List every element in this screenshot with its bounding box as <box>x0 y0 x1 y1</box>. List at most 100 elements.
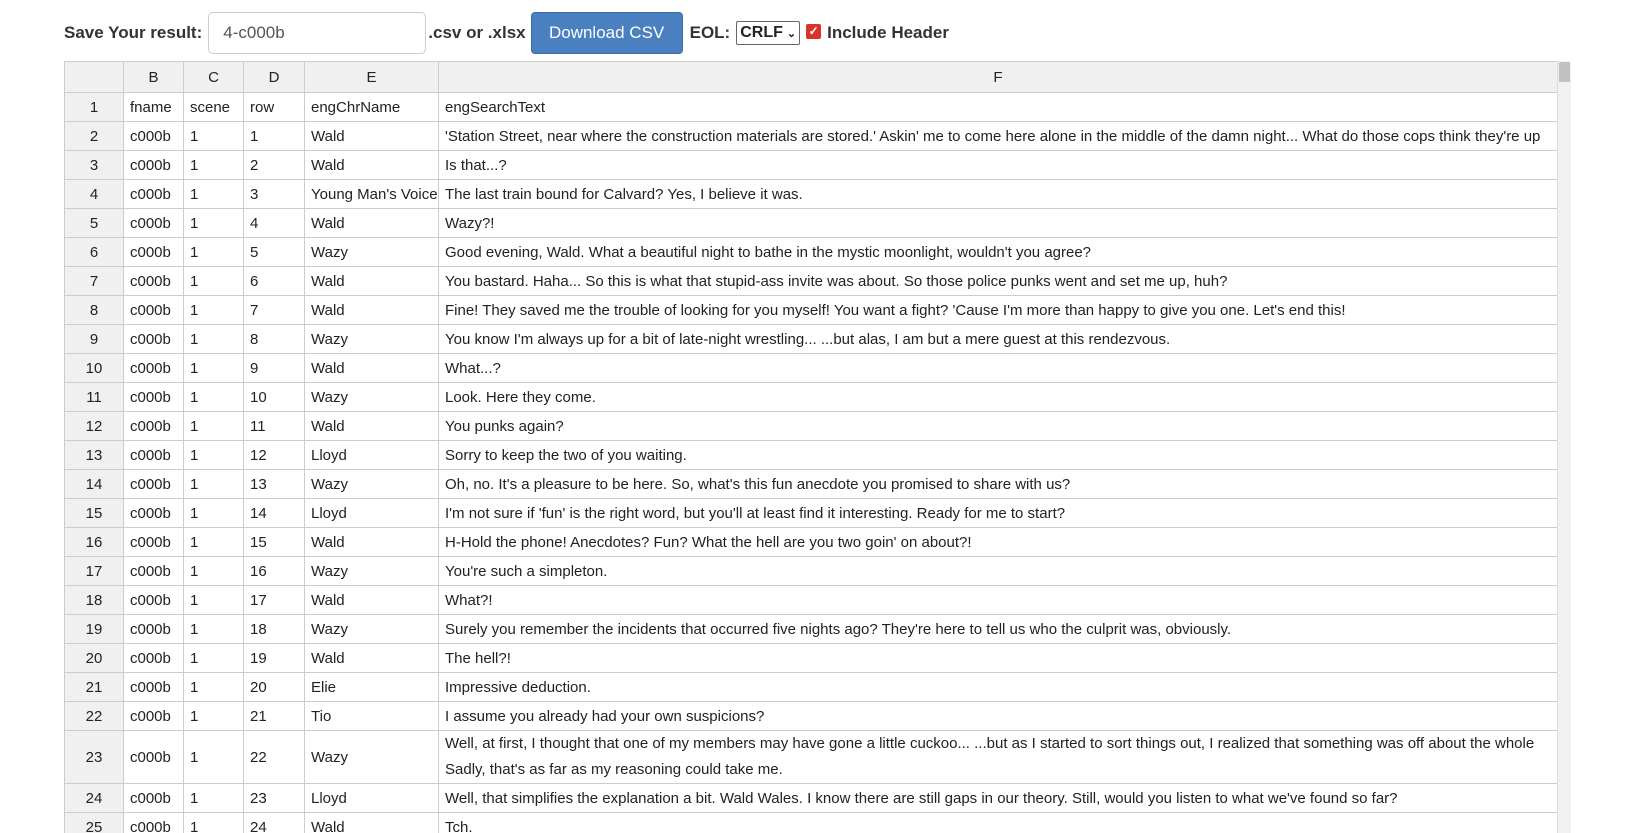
search-text-cell[interactable]: The hell?! <box>438 643 1558 673</box>
scene-cell[interactable]: 1 <box>183 585 244 615</box>
row-cell[interactable]: 15 <box>243 527 305 557</box>
scene-cell[interactable]: 1 <box>183 295 244 325</box>
fname-cell[interactable]: c000b <box>123 701 184 731</box>
fname-cell[interactable]: c000b <box>123 498 184 528</box>
row-cell[interactable]: 7 <box>243 295 305 325</box>
chr-name-cell[interactable]: Wazy <box>304 237 439 267</box>
row-cell[interactable]: 23 <box>243 783 305 813</box>
scene-cell[interactable]: 1 <box>183 812 244 833</box>
fname-cell[interactable]: c000b <box>123 411 184 441</box>
fname-cell[interactable]: c000b <box>123 585 184 615</box>
chr-name-cell[interactable]: Lloyd <box>304 783 439 813</box>
scene-cell[interactable]: 1 <box>183 556 244 586</box>
chr-name-cell[interactable]: Wald <box>304 121 439 151</box>
chr-name-cell[interactable]: engChrName <box>304 92 439 122</box>
search-text-cell[interactable]: Well, that simplifies the explanation a … <box>438 783 1558 813</box>
row-cell[interactable]: row <box>243 92 305 122</box>
fname-cell[interactable]: c000b <box>123 469 184 499</box>
row-cell[interactable]: 19 <box>243 643 305 673</box>
search-text-cell[interactable]: Oh, no. It's a pleasure to be here. So, … <box>438 469 1558 499</box>
scene-cell[interactable]: 1 <box>183 121 244 151</box>
chr-name-cell[interactable]: Tio <box>304 701 439 731</box>
chr-name-cell[interactable]: Lloyd <box>304 440 439 470</box>
fname-cell[interactable]: c000b <box>123 208 184 238</box>
scene-cell[interactable]: scene <box>183 92 244 122</box>
scene-cell[interactable]: 1 <box>183 208 244 238</box>
scene-cell[interactable]: 1 <box>183 411 244 441</box>
row-cell[interactable]: 3 <box>243 179 305 209</box>
scrollbar-thumb[interactable] <box>1559 62 1570 82</box>
chr-name-cell[interactable]: Wald <box>304 353 439 383</box>
column-header-d[interactable]: D <box>243 61 305 93</box>
scene-cell[interactable]: 1 <box>183 701 244 731</box>
search-text-cell[interactable]: engSearchText <box>438 92 1558 122</box>
fname-cell[interactable]: c000b <box>123 266 184 296</box>
search-text-cell[interactable]: Impressive deduction. <box>438 672 1558 702</box>
search-text-cell[interactable]: H-Hold the phone! Anecdotes? Fun? What t… <box>438 527 1558 557</box>
column-header-e[interactable]: E <box>304 61 439 93</box>
search-text-cell[interactable]: Fine! They saved me the trouble of looki… <box>438 295 1558 325</box>
fname-cell[interactable]: c000b <box>123 556 184 586</box>
chr-name-cell[interactable]: Wald <box>304 208 439 238</box>
chr-name-cell[interactable]: Elie <box>304 672 439 702</box>
scene-cell[interactable]: 1 <box>183 783 244 813</box>
row-cell[interactable]: 1 <box>243 121 305 151</box>
scene-cell[interactable]: 1 <box>183 353 244 383</box>
scene-cell[interactable]: 1 <box>183 672 244 702</box>
chr-name-cell[interactable]: Wazy <box>304 324 439 354</box>
row-cell[interactable]: 24 <box>243 812 305 833</box>
scene-cell[interactable]: 1 <box>183 614 244 644</box>
chr-name-cell[interactable]: Wazy <box>304 469 439 499</box>
scene-cell[interactable]: 1 <box>183 179 244 209</box>
row-cell[interactable]: 18 <box>243 614 305 644</box>
search-text-cell[interactable]: Is that...? <box>438 150 1558 180</box>
chr-name-cell[interactable]: Wald <box>304 527 439 557</box>
fname-cell[interactable]: c000b <box>123 295 184 325</box>
download-csv-button[interactable]: Download CSV <box>530 12 683 54</box>
chr-name-cell[interactable]: Wald <box>304 585 439 615</box>
include-header-checkbox[interactable]: ✓ <box>806 23 822 39</box>
search-text-cell[interactable]: You bastard. Haha... So this is what tha… <box>438 266 1558 296</box>
row-cell[interactable]: 20 <box>243 672 305 702</box>
fname-cell[interactable]: c000b <box>123 730 184 784</box>
row-cell[interactable]: 22 <box>243 730 305 784</box>
fname-cell[interactable]: c000b <box>123 179 184 209</box>
scene-cell[interactable]: 1 <box>183 498 244 528</box>
chr-name-cell[interactable]: Lloyd <box>304 498 439 528</box>
scene-cell[interactable]: 1 <box>183 324 244 354</box>
chr-name-cell[interactable]: Wald <box>304 812 439 833</box>
search-text-cell[interactable]: Tch. <box>438 812 1558 833</box>
search-text-cell[interactable]: What?! <box>438 585 1558 615</box>
chr-name-cell[interactable]: Wazy <box>304 614 439 644</box>
scene-cell[interactable]: 1 <box>183 527 244 557</box>
scene-cell[interactable]: 1 <box>183 266 244 296</box>
fname-cell[interactable]: c000b <box>123 237 184 267</box>
search-text-cell[interactable]: Sorry to keep the two of you waiting. <box>438 440 1558 470</box>
fname-cell[interactable]: c000b <box>123 324 184 354</box>
search-text-cell[interactable]: Surely you remember the incidents that o… <box>438 614 1558 644</box>
row-cell[interactable]: 2 <box>243 150 305 180</box>
row-cell[interactable]: 4 <box>243 208 305 238</box>
fname-cell[interactable]: c000b <box>123 527 184 557</box>
chr-name-cell[interactable]: Wazy <box>304 382 439 412</box>
fname-cell[interactable]: c000b <box>123 121 184 151</box>
search-text-cell[interactable]: You know I'm always up for a bit of late… <box>438 324 1558 354</box>
fname-cell[interactable]: c000b <box>123 382 184 412</box>
fname-cell[interactable]: c000b <box>123 783 184 813</box>
filename-input[interactable] <box>208 12 427 54</box>
search-text-cell[interactable]: You punks again? <box>438 411 1558 441</box>
scene-cell[interactable]: 1 <box>183 150 244 180</box>
row-cell[interactable]: 6 <box>243 266 305 296</box>
search-text-cell[interactable]: The last train bound for Calvard? Yes, I… <box>438 179 1558 209</box>
chr-name-cell[interactable]: Wald <box>304 266 439 296</box>
fname-cell[interactable]: c000b <box>123 150 184 180</box>
scene-cell[interactable]: 1 <box>183 643 244 673</box>
column-header-f[interactable]: F <box>438 61 1558 93</box>
search-text-cell[interactable]: Well, at first, I thought that one of my… <box>438 730 1558 784</box>
scene-cell[interactable]: 1 <box>183 237 244 267</box>
row-cell[interactable]: 13 <box>243 469 305 499</box>
row-cell[interactable]: 8 <box>243 324 305 354</box>
chr-name-cell[interactable]: Wald <box>304 150 439 180</box>
chr-name-cell[interactable]: Wazy <box>304 730 439 784</box>
fname-cell[interactable]: c000b <box>123 614 184 644</box>
